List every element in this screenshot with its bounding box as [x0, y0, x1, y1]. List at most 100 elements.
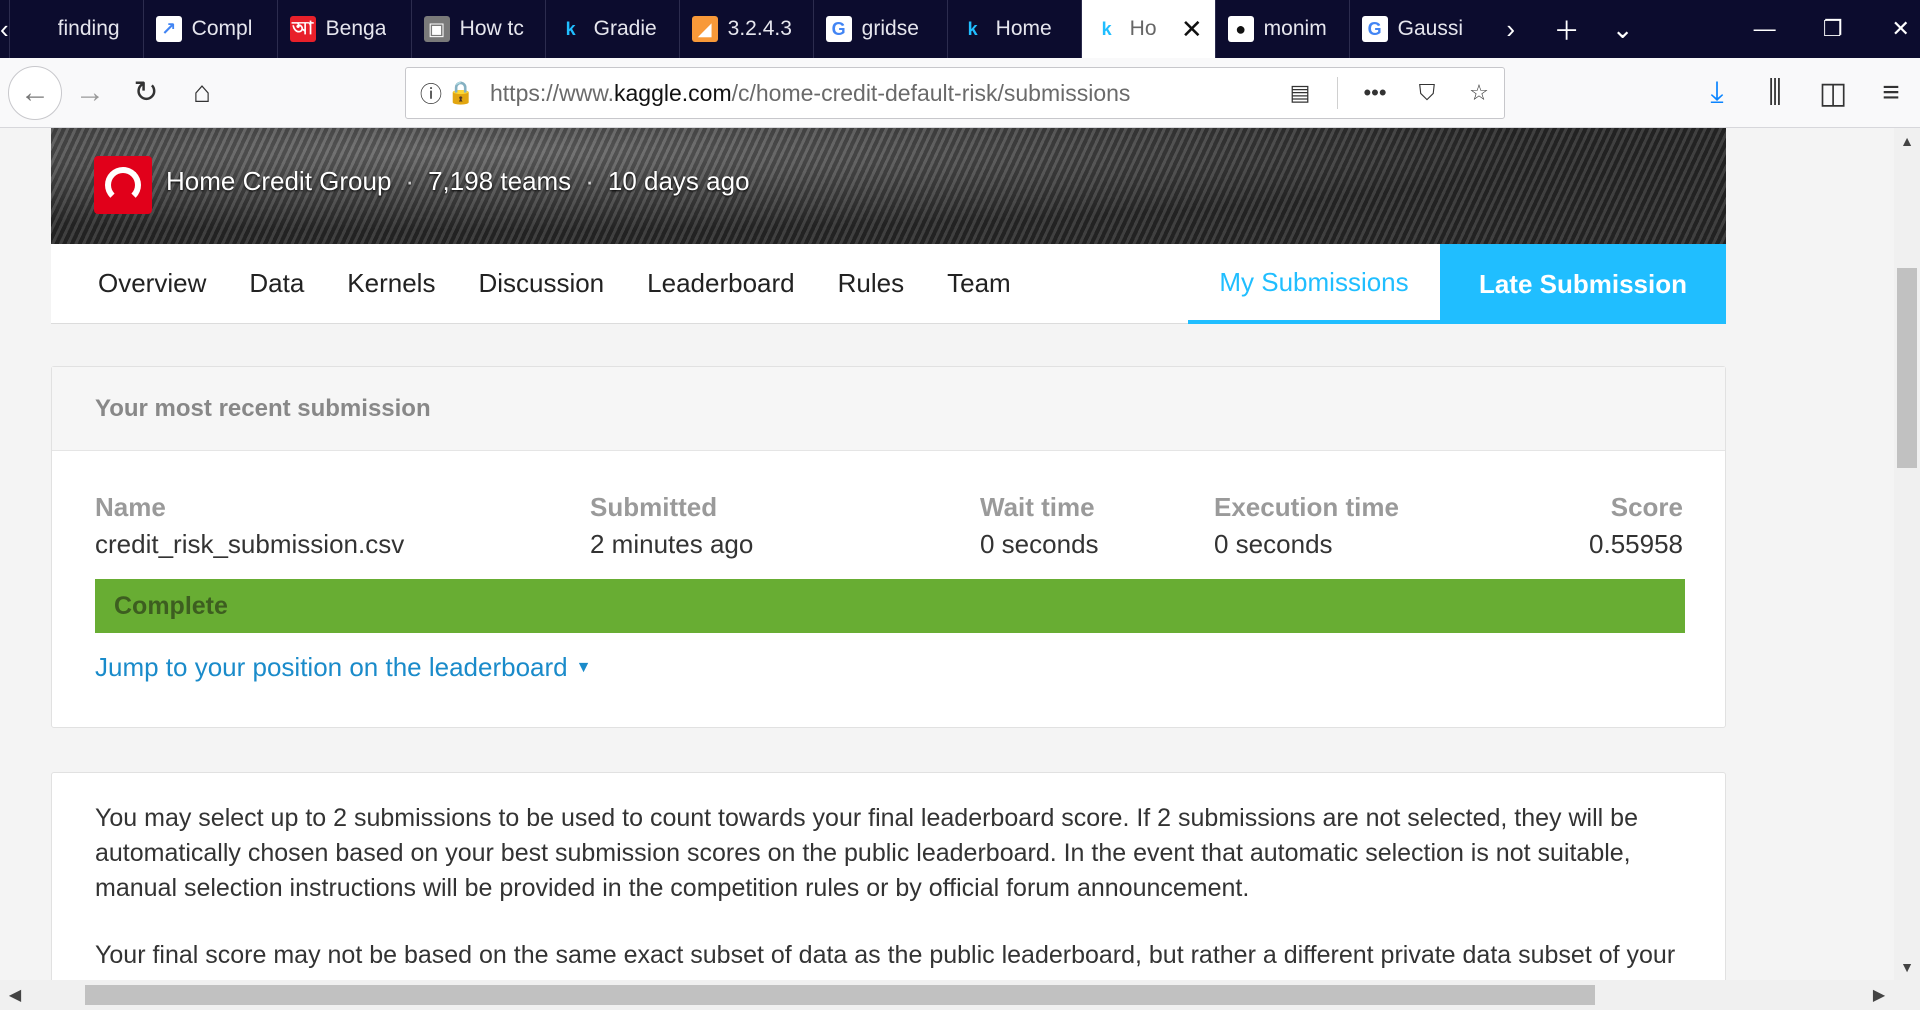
new-tab-button[interactable]: ＋: [1539, 0, 1595, 58]
tabbar-controls: › ＋ ⌄ — ❐ ✕: [1483, 0, 1920, 58]
tab-my-submissions[interactable]: My Submissions: [1188, 244, 1440, 324]
score-column: Score 0.55958: [1589, 492, 1683, 560]
wait-time-label: Wait time: [980, 492, 1095, 522]
person-avatar-icon: ▣: [423, 16, 450, 42]
browser-tab-active[interactable]: k Ho ✕: [1080, 0, 1215, 58]
score-label: Score: [1610, 492, 1683, 522]
downloads-icon[interactable]: ⤓: [1688, 65, 1746, 121]
url-path: /c/home-credit-default-risk/submissions: [731, 79, 1131, 106]
nav-data[interactable]: Data: [249, 268, 304, 299]
toolbar-right: ⤓ ⫼ ◫ ≡: [1688, 58, 1920, 128]
close-tab-icon[interactable]: ✕: [1181, 14, 1203, 45]
scroll-tabs-right-button[interactable]: ›: [1483, 0, 1539, 58]
competition-header-banner: Home Credit Group · 7,198 teams · 10 day…: [51, 128, 1726, 244]
meta-separator: ·: [405, 166, 415, 196]
page-actions-icon[interactable]: •••: [1360, 78, 1390, 108]
late-submission-button[interactable]: Late Submission: [1440, 244, 1726, 324]
close-window-button[interactable]: ✕: [1867, 0, 1920, 58]
reader-view-icon[interactable]: ▤: [1285, 78, 1315, 108]
home-credit-logo[interactable]: [94, 156, 152, 214]
info-paragraph-1: You may select up to 2 submissions to be…: [95, 804, 1638, 902]
meta-separator: ·: [585, 166, 594, 196]
reload-button[interactable]: ↻: [118, 65, 174, 121]
github-icon: ●: [1227, 16, 1254, 42]
list-all-tabs-button[interactable]: ⌄: [1595, 0, 1651, 58]
browser-tab-label: monim: [1263, 17, 1327, 40]
nav-overview[interactable]: Overview: [98, 268, 206, 299]
kaggle-icon: k: [557, 16, 584, 42]
nav-team[interactable]: Team: [947, 268, 1011, 299]
library-icon[interactable]: ⫼: [1746, 65, 1804, 121]
site-info-icon[interactable]: ⓘ: [416, 78, 446, 108]
back-button[interactable]: ←: [8, 65, 62, 120]
url-bar[interactable]: ⓘ 🔒 https://www.kaggle.com/c/home-credit…: [405, 67, 1505, 119]
url-divider: [1337, 77, 1338, 109]
recent-submission-heading: Your most recent submission: [52, 367, 1725, 451]
browser-tab-label: Gradie: [593, 17, 657, 40]
nav-leaderboard[interactable]: Leaderboard: [647, 268, 794, 299]
horizontal-scrollbar[interactable]: ◀ ▶: [0, 980, 1894, 1010]
browser-tab[interactable]: ◢ 3.2.4.3: [678, 0, 813, 58]
browser-tab-label: Compl: [191, 17, 253, 40]
google-icon: G: [1361, 16, 1388, 42]
browser-tab-label: Gaussi: [1397, 17, 1464, 40]
url-actions: ▤ ••• ⛉ ☆: [1285, 77, 1494, 109]
sidebar-toggle-icon[interactable]: ◫: [1804, 65, 1862, 121]
kaggle-icon: k: [959, 16, 986, 42]
logo-mark: [105, 167, 141, 203]
submission-details: Name credit_risk_submission.csv Submitte…: [52, 492, 1725, 562]
horizontal-scroll-thumb[interactable]: [85, 985, 1595, 1005]
nav-discussion[interactable]: Discussion: [478, 268, 604, 299]
file-name: credit_risk_submission.csv: [95, 529, 405, 559]
url-host: kaggle.com: [613, 79, 732, 106]
google-icon: G: [825, 16, 852, 42]
submission-info-card: You may select up to 2 submissions to be…: [51, 772, 1726, 980]
competition-meta: Home Credit Group · 7,198 teams · 10 day…: [166, 166, 750, 197]
host-name[interactable]: Home Credit Group: [166, 166, 391, 197]
chart-icon: ↗: [155, 16, 182, 42]
browser-tab[interactable]: ▣ How tc: [410, 0, 545, 58]
forward-button[interactable]: →: [62, 65, 118, 121]
submitted-label: Submitted: [590, 492, 718, 522]
browser-tab[interactable]: k Gradie: [544, 0, 679, 58]
minimize-window-button[interactable]: —: [1731, 0, 1799, 58]
home-button[interactable]: ⌂: [174, 65, 230, 121]
vertical-scrollbar[interactable]: ▲ ▼: [1894, 128, 1920, 980]
info-paragraph-2: Your final score may not be based on the…: [95, 941, 1676, 980]
browser-tab-label: gridse: [861, 17, 919, 40]
browser-tab[interactable]: k Home: [946, 0, 1081, 58]
execution-time-column: Execution time 0 seconds: [1214, 492, 1399, 560]
pocket-icon[interactable]: ⛉: [1412, 78, 1442, 108]
scroll-tabs-left-button[interactable]: ‹: [0, 0, 9, 58]
team-count: 7,198 teams: [428, 166, 572, 196]
browser-tab[interactable]: finding: [8, 0, 143, 58]
vertical-scroll-thumb[interactable]: [1897, 268, 1917, 468]
browser-tab[interactable]: ● monim: [1214, 0, 1349, 58]
tab-list: finding ↗ Compl আ Benga ▣ How tc k Gradie ◢ 3.2.4.…: [8, 0, 1483, 58]
recent-submission-card: Your most recent submission Name credit_…: [51, 366, 1726, 728]
browser-tab-label: finding: [57, 17, 120, 40]
lock-icon[interactable]: 🔒: [446, 78, 476, 108]
jump-to-leaderboard-link[interactable]: Jump to your position on the leaderboard…: [95, 652, 591, 683]
nav-kernels[interactable]: Kernels: [347, 268, 435, 299]
browser-tab[interactable]: Ggridse: [812, 0, 947, 58]
restore-window-button[interactable]: ❐: [1799, 0, 1867, 58]
browser-tab[interactable]: ↗ Compl: [142, 0, 277, 58]
browser-tab[interactable]: G Gaussi: [1348, 0, 1483, 58]
execution-time-label: Execution time: [1214, 492, 1399, 522]
submitted-column: Submitted 2 minutes ago: [590, 492, 753, 560]
menu-hamburger-icon[interactable]: ≡: [1862, 65, 1920, 121]
scroll-up-arrow-icon[interactable]: ▲: [1894, 128, 1920, 154]
status-badge: Complete: [95, 579, 1685, 633]
scroll-down-arrow-icon[interactable]: ▼: [1894, 954, 1920, 980]
wait-time-value: 0 seconds: [980, 529, 1099, 559]
nav-rules[interactable]: Rules: [838, 268, 904, 299]
name-label: Name: [95, 492, 166, 522]
scroll-right-arrow-icon[interactable]: ▶: [1864, 980, 1894, 1010]
scrollbar-corner: [1894, 980, 1920, 1010]
url-text[interactable]: https://www.kaggle.com/c/home-credit-def…: [490, 80, 1130, 107]
scroll-left-arrow-icon[interactable]: ◀: [0, 980, 30, 1010]
browser-tab[interactable]: আ Benga: [276, 0, 411, 58]
document-icon: [21, 16, 48, 42]
bookmark-star-icon[interactable]: ☆: [1464, 78, 1494, 108]
